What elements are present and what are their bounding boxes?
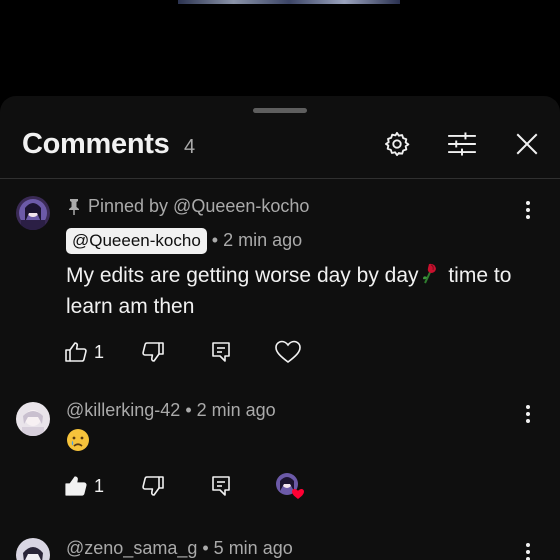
comment-time: • 2 min ago — [211, 230, 303, 250]
comment-text-part: My edits are getting worse day by day — [66, 264, 419, 287]
comment-author[interactable]: @killerking-42 — [66, 400, 180, 420]
wilted-rose-emoji-icon — [422, 263, 436, 284]
more-options-button[interactable] — [516, 400, 540, 428]
comment-actions: 1 — [64, 338, 364, 366]
dislike-button[interactable] — [141, 338, 165, 366]
comment-thread: @zeno_sama_g • 5 min ago — [0, 534, 560, 560]
comment-meta: @zeno_sama_g • 5 min ago — [66, 538, 293, 559]
pinned-by-text: Pinned by @Queeen-kocho — [88, 196, 310, 216]
creator-heart-badge[interactable] — [275, 472, 305, 500]
comments-count: 4 — [184, 136, 196, 158]
comment-text — [66, 428, 536, 461]
drag-handle[interactable] — [253, 108, 307, 113]
avatar-image — [16, 402, 50, 436]
thumbs-down-icon — [142, 476, 164, 496]
comments-header: Comments 4 — [0, 122, 560, 178]
reply-icon — [212, 342, 230, 362]
kebab-menu-icon — [526, 405, 530, 423]
more-options-button[interactable] — [516, 538, 540, 560]
like-count: 1 — [94, 341, 105, 362]
like-button[interactable]: 1 — [64, 338, 104, 366]
video-player-area[interactable] — [0, 0, 560, 96]
avatar[interactable] — [16, 402, 50, 436]
thumbs-down-icon — [142, 342, 164, 362]
comment-meta: @killerking-42 • 2 min ago — [66, 400, 276, 421]
kebab-menu-icon — [526, 201, 530, 219]
like-count: 1 — [94, 475, 105, 496]
comment-time: • 2 min ago — [185, 400, 276, 420]
heart-outline-icon — [275, 340, 301, 364]
comment-text: My edits are getting worse day by day ti… — [66, 260, 536, 322]
pin-icon — [69, 198, 79, 215]
avatar[interactable] — [16, 196, 50, 230]
avatar-image — [16, 538, 50, 560]
comment-time: • 5 min ago — [202, 538, 293, 558]
comment-meta: @Queeen-kocho • 2 min ago — [66, 228, 302, 254]
comment-thread: Pinned by @Queeen-kocho @Queeen-kocho • … — [0, 192, 560, 372]
author-chip[interactable]: @Queeen-kocho — [66, 228, 207, 254]
pinned-label: Pinned by @Queeen-kocho — [66, 196, 309, 217]
more-options-button[interactable] — [516, 196, 540, 224]
crying-face-emoji-icon — [67, 429, 89, 451]
like-button[interactable]: 1 — [64, 472, 104, 500]
settings-button[interactable] — [379, 126, 415, 162]
sort-filter-button[interactable] — [444, 126, 480, 162]
reply-button[interactable] — [209, 338, 233, 366]
thumbs-up-icon — [65, 342, 87, 362]
comments-sheet: Comments 4 Pinned by @Queeen-kocho @Quee… — [0, 96, 560, 560]
header-divider — [0, 178, 560, 179]
reply-button[interactable] — [209, 472, 233, 500]
close-icon — [516, 133, 538, 155]
dislike-button[interactable] — [141, 472, 165, 500]
reply-icon — [212, 476, 230, 496]
close-button[interactable] — [509, 126, 545, 162]
creator-heart-button[interactable] — [275, 338, 301, 366]
gear-icon — [384, 131, 410, 157]
avatar[interactable] — [16, 538, 50, 560]
comment-actions: 1 — [64, 472, 364, 500]
sliders-icon — [448, 132, 476, 156]
comment-thread: @killerking-42 • 2 min ago 1 — [0, 398, 560, 516]
video-frame-edge — [178, 0, 400, 4]
creator-heart-icon — [276, 473, 304, 499]
avatar-image — [16, 196, 50, 230]
kebab-menu-icon — [526, 543, 530, 560]
comments-title: Comments — [22, 128, 170, 160]
thumbs-up-filled-icon — [65, 476, 87, 496]
comment-author[interactable]: @zeno_sama_g — [66, 538, 197, 558]
